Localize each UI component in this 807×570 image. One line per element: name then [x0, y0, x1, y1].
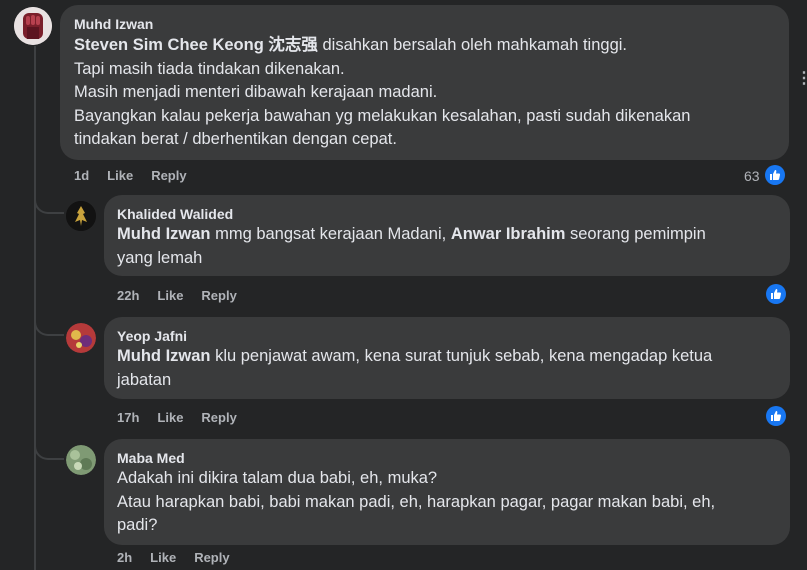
comment-text: Steven Sim Chee Keong 沈志强 disahkan bersa… — [74, 36, 691, 148]
like-reaction-icon[interactable] — [765, 165, 785, 185]
avatar-muhd-izwan[interactable] — [14, 7, 52, 45]
reply-button[interactable]: Reply — [151, 168, 186, 183]
comment-time[interactable]: 2h — [117, 550, 132, 565]
comment-actions: 22h Like Reply — [117, 288, 237, 303]
comment-bubble: Muhd Izwan Steven Sim Chee Keong 沈志强 dis… — [60, 5, 789, 160]
comment-text: Muhd Izwan klu penjawat awam, kena surat… — [117, 347, 713, 389]
like-button[interactable]: Like — [157, 410, 183, 425]
comment-author[interactable]: Muhd Izwan — [74, 15, 775, 33]
avatar-maba-med[interactable] — [66, 445, 96, 475]
comment-bubble: Khalided Walided Muhd Izwan mmg bangsat … — [104, 195, 790, 276]
like-button[interactable]: Like — [107, 168, 133, 183]
comment-time[interactable]: 22h — [117, 288, 139, 303]
thread-line — [34, 46, 36, 570]
comment-bubble: Yeop Jafni Muhd Izwan klu penjawat awam,… — [104, 317, 790, 399]
like-reaction-icon[interactable] — [766, 406, 786, 426]
thread-branch — [34, 310, 64, 336]
comment-actions: 1d Like Reply — [74, 168, 187, 183]
mention-link[interactable]: Muhd Izwan — [117, 347, 211, 365]
like-button[interactable]: Like — [157, 288, 183, 303]
comment-text: Adakah ini dikira talam dua babi, eh, mu… — [117, 469, 716, 534]
more-options-icon[interactable]: ⋮ — [796, 68, 807, 88]
reply-button[interactable]: Reply — [201, 288, 236, 303]
comment-time[interactable]: 1d — [74, 168, 89, 183]
reply-button[interactable]: Reply — [194, 550, 229, 565]
avatar-khalided-walided[interactable] — [66, 201, 96, 231]
thread-branch — [34, 432, 64, 460]
thread-branch — [34, 188, 64, 214]
like-button[interactable]: Like — [150, 550, 176, 565]
comment-time[interactable]: 17h — [117, 410, 139, 425]
comment-author[interactable]: Khalided Walided — [117, 205, 777, 223]
comment-actions: 17h Like Reply — [117, 410, 237, 425]
comment-author[interactable]: Yeop Jafni — [117, 327, 777, 345]
mention-link[interactable]: Muhd Izwan — [117, 225, 211, 243]
like-reaction-icon[interactable] — [766, 284, 786, 304]
reaction-count[interactable]: 63 — [744, 168, 760, 184]
comment-author[interactable]: Maba Med — [117, 449, 777, 467]
reply-button[interactable]: Reply — [201, 410, 236, 425]
mention-link[interactable]: Anwar Ibrahim — [451, 225, 566, 243]
avatar-yeop-jafni[interactable] — [66, 323, 96, 353]
mention-link[interactable]: Steven Sim Chee Keong 沈志强 — [74, 36, 318, 54]
comment-bubble: Maba Med Adakah ini dikira talam dua bab… — [104, 439, 790, 545]
comment-actions: 2h Like Reply — [117, 550, 230, 565]
comment-text: Muhd Izwan mmg bangsat kerajaan Madani, … — [117, 225, 706, 267]
